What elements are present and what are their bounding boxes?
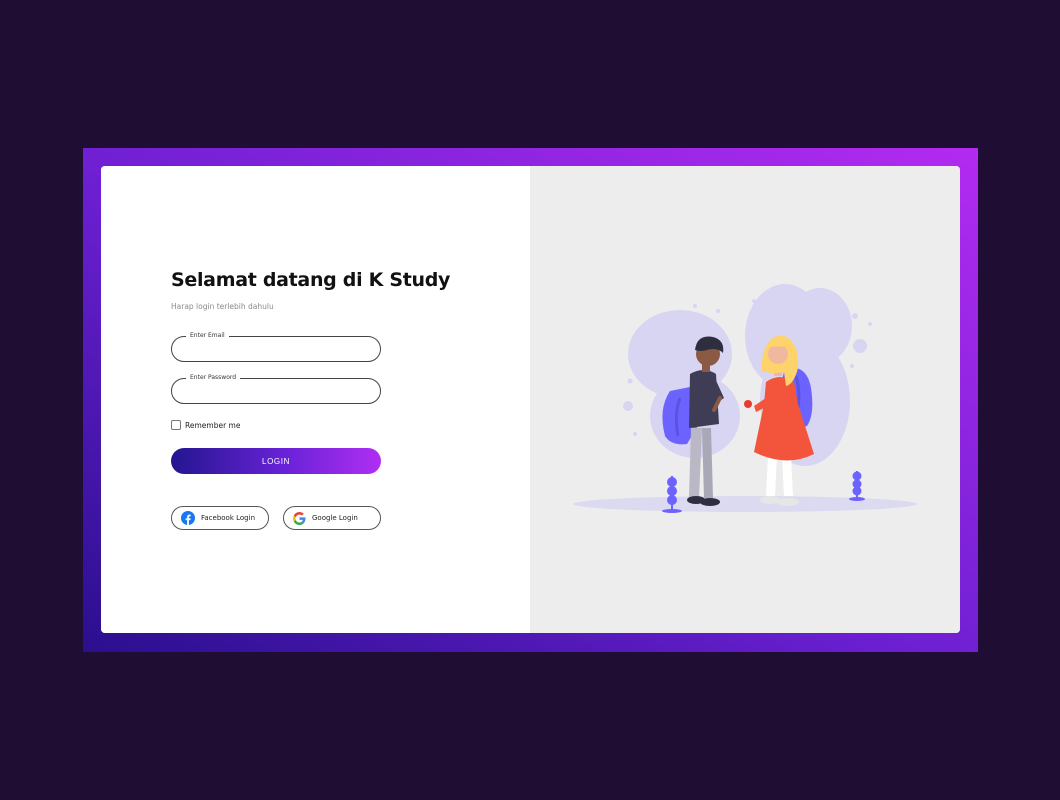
- page-title: Selamat datang di K Study: [171, 269, 451, 291]
- remember-me-label: Remember me: [185, 420, 241, 430]
- page-subtitle: Harap login terlebih dahulu: [171, 302, 274, 311]
- remember-me[interactable]: Remember me: [171, 420, 240, 430]
- students-illustration: [573, 284, 917, 513]
- google-login-button[interactable]: Google Login: [283, 506, 381, 530]
- facebook-icon: [181, 511, 195, 525]
- email-label: Enter Email: [186, 331, 229, 341]
- login-panel: Selamat datang di K Study Harap login te…: [101, 166, 530, 633]
- login-button[interactable]: LOGIN: [171, 448, 381, 474]
- google-login-label: Google Login: [312, 514, 358, 522]
- email-input[interactable]: [184, 341, 369, 358]
- facebook-login-label: Facebook Login: [201, 514, 256, 522]
- login-card: Selamat datang di K Study Harap login te…: [101, 166, 960, 633]
- password-field[interactable]: Enter Password: [171, 373, 381, 404]
- illustration-panel: [530, 166, 960, 633]
- password-input[interactable]: [184, 383, 369, 400]
- password-label: Enter Password: [186, 373, 241, 383]
- email-field[interactable]: Enter Email: [171, 331, 381, 362]
- checkbox-icon[interactable]: [171, 420, 181, 430]
- facebook-login-button[interactable]: Facebook Login: [171, 506, 269, 530]
- gradient-frame: Selamat datang di K Study Harap login te…: [83, 148, 978, 652]
- google-icon: [293, 511, 306, 525]
